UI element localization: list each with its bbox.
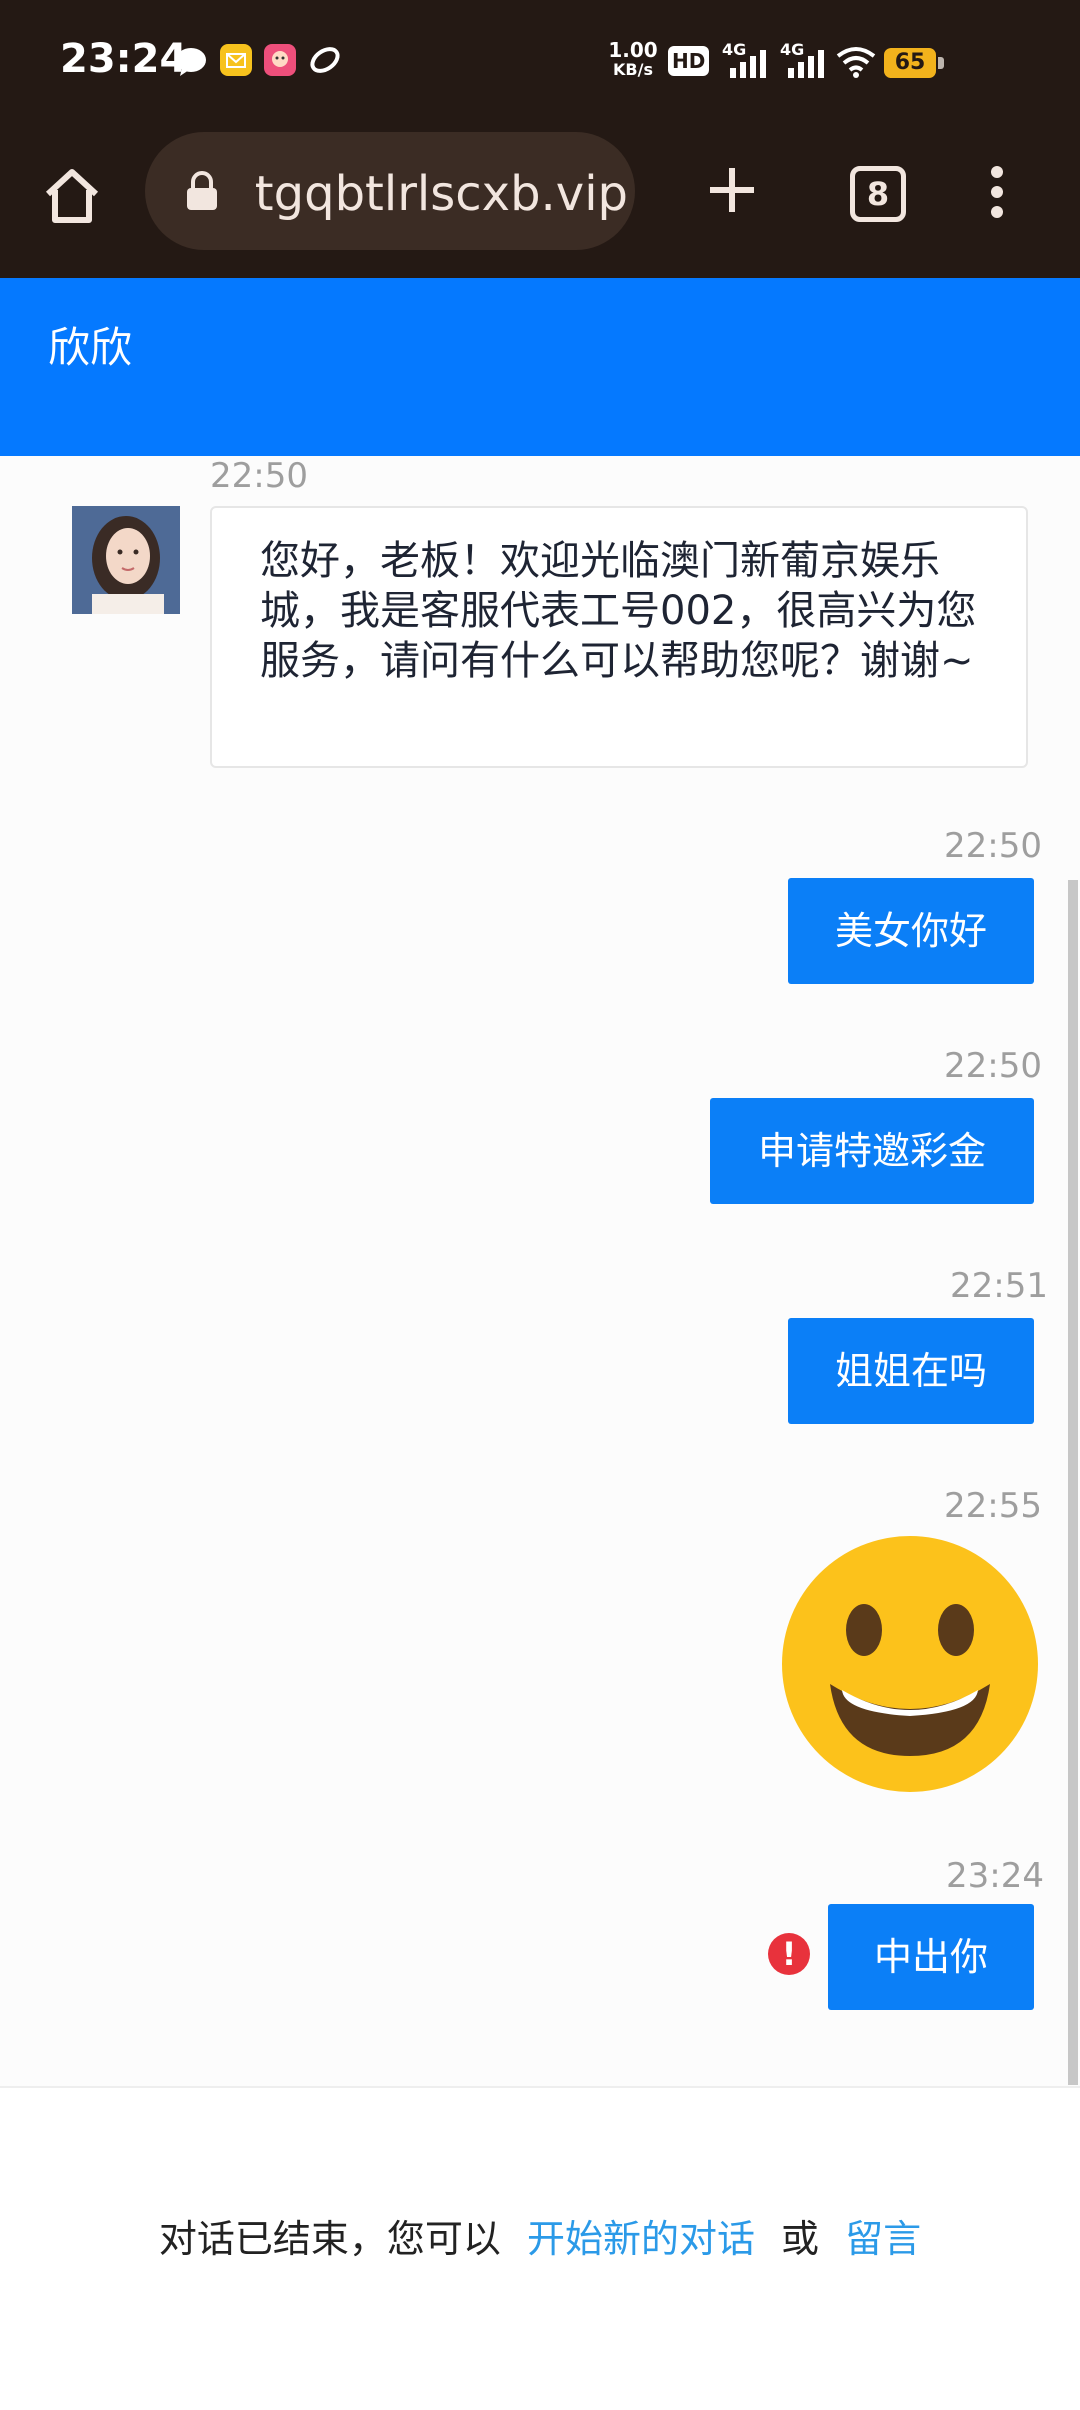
status-time: 23:24 — [60, 36, 188, 82]
chat-footer: 对话已结束，您可以 开始新的对话 或 留言 — [0, 2086, 1080, 2410]
message-time: 22:50 — [944, 1046, 1042, 1086]
agent-name: 欣欣 — [48, 323, 133, 372]
wifi-icon — [836, 46, 876, 82]
ended-text: 对话已结束，您可以 — [158, 2217, 501, 2261]
outgoing-message-bubble: 中出你 — [828, 1904, 1034, 2010]
avatar-app-icon — [264, 44, 296, 76]
network-speed: 1.00 KB/s — [608, 38, 658, 79]
agent-avatar — [72, 506, 180, 614]
message-time: 23:24 — [946, 1856, 1044, 1896]
status-bar: 23:24 1.00 KB/s HD 4G 4G 65 — [0, 0, 1080, 124]
signal-4g-icon-2: 4G — [780, 40, 830, 84]
tab-switcher-button[interactable]: 8 — [850, 166, 906, 222]
new-chat-link[interactable]: 开始新的对话 — [527, 2217, 755, 2261]
home-icon[interactable] — [40, 164, 104, 232]
mail-app-icon — [220, 44, 252, 76]
address-bar[interactable]: ıtgqbtlrlscxb.vip — [145, 132, 635, 250]
browser-toolbar: ıtgqbtlrlscxb.vip 8 — [0, 124, 1080, 278]
message-time: 22:55 — [944, 1486, 1042, 1526]
message-time: 22:50 — [944, 826, 1042, 866]
battery-indicator: 65 — [884, 48, 944, 78]
or-text: 或 — [781, 2217, 820, 2261]
signal-4g-icon-1: 4G — [722, 40, 772, 84]
chat-bubble-icon — [174, 46, 208, 82]
lock-icon[interactable] — [183, 170, 221, 216]
grinning-face-emoji-icon — [780, 1534, 1040, 1798]
message-time: 22:50 — [210, 456, 308, 496]
chat-header: 欣欣 — [0, 278, 1080, 456]
leave-message-link[interactable]: 留言 — [845, 2217, 921, 2261]
outgoing-message-bubble: 姐姐在吗 — [788, 1318, 1034, 1424]
url-text[interactable]: ıtgqbtlrlscxb.vip — [253, 166, 628, 222]
more-menu-icon[interactable] — [982, 164, 1012, 224]
message-list[interactable]: 22:50 您好，老板！欢迎光临澳门新葡京娱乐城，我是客服代表工号002，很高兴… — [0, 456, 1080, 2086]
send-failed-icon[interactable]: ! — [768, 1933, 810, 1975]
message-time: 22:51 — [950, 1266, 1048, 1306]
conversation-ended-notice: 对话已结束，您可以 开始新的对话 或 留言 — [0, 2208, 1080, 2263]
scrollbar[interactable] — [1068, 880, 1078, 2085]
outgoing-message-bubble: 申请特邀彩金 — [710, 1098, 1034, 1204]
outgoing-message-bubble: 美女你好 — [788, 878, 1034, 984]
new-tab-icon[interactable] — [704, 162, 760, 222]
hd-volte-icon: HD — [668, 46, 710, 76]
incoming-message-bubble: 您好，老板！欢迎光临澳门新葡京娱乐城，我是客服代表工号002，很高兴为您服务，请… — [210, 506, 1028, 768]
link-app-icon — [308, 44, 342, 80]
